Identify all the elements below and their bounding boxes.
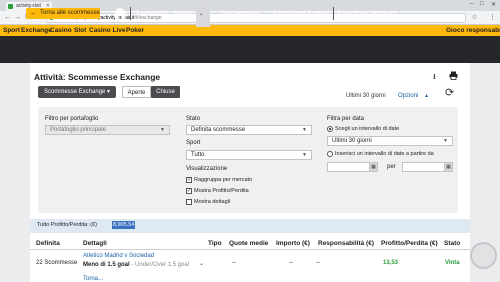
calendar-icon[interactable]: ▦	[444, 162, 453, 172]
next-row-peek: Torna...	[83, 276, 104, 282]
tab-protezione-giocatore[interactable]: Protezione giocatore	[337, 0, 397, 27]
col-dettagli: Dettagli	[83, 240, 107, 247]
display-label: Visualizzazione	[186, 166, 228, 172]
row-pl: 13,53	[383, 260, 399, 266]
col-tipo: Tipo	[208, 240, 222, 247]
filter-panel	[38, 107, 458, 213]
product-select[interactable]: Scommesse Exchange ▼	[38, 86, 116, 98]
to-label: per	[387, 164, 396, 170]
topnav-exchange[interactable]: Exchange	[21, 25, 52, 36]
browser-menu-icon[interactable]: ⋮	[489, 13, 496, 21]
portfolio-filter-label: Filtro per portafoglio	[45, 116, 99, 122]
topnav-slot[interactable]: Slot	[74, 25, 86, 36]
row-stake: --	[289, 260, 293, 266]
chevron-down-icon: ⌄	[261, 11, 266, 17]
sport-select[interactable]: Tutto ▼	[186, 150, 312, 160]
expand-row-icon[interactable]: ⌄	[199, 260, 204, 267]
col-profitto-perdita: Profitto/Perdita (€)	[381, 240, 438, 247]
total-pl-label: Tutto Profitto/Perdita: (€)	[37, 222, 98, 228]
watermark-badge	[470, 242, 497, 269]
star-icon[interactable]: ☆	[470, 13, 479, 22]
home-icon[interactable]	[112, 6, 128, 21]
portfolio-select[interactable]: Portafoglio principale ▼	[45, 125, 170, 135]
topnav-sport[interactable]: Sport	[3, 25, 20, 36]
col-definita: Definita	[36, 240, 60, 247]
chevron-down-icon: ▼	[302, 127, 307, 133]
responsible-gaming-link[interactable]: Gioco responsabile	[446, 25, 500, 36]
status-select[interactable]: Definita scommesse ▼	[186, 125, 312, 135]
row-market: Meno di 1.5 goal - Under/Over 1.5 goal	[83, 262, 190, 268]
row-odds: --	[232, 260, 236, 266]
chevron-up-icon: ▲	[424, 93, 429, 99]
col-quote-medie: Quote medie	[229, 240, 269, 247]
col-importo: Importo (€)	[276, 240, 310, 247]
custom-range-radio[interactable]: Inserisci un intervallo di date a partir…	[327, 151, 434, 157]
checkmark-icon: ✓	[186, 177, 192, 183]
tab-pagamenti[interactable]: Pagamenti	[133, 0, 170, 27]
account-nav-bar	[0, 36, 500, 63]
download-icon[interactable]: ⭳	[433, 71, 436, 85]
topnav-casino[interactable]: Casino	[50, 25, 72, 36]
sport-label: Sport	[186, 140, 201, 146]
close-window-icon[interactable]: ✕	[491, 1, 496, 8]
row-status: Vinta	[445, 260, 460, 266]
tab-promozioni[interactable]: Promozioni & premi ⌄	[271, 0, 337, 27]
col-responsabilita: Responsabilità (€)	[318, 240, 374, 247]
closed-bets-toggle[interactable]: Chiuse	[151, 86, 180, 98]
options-toggle[interactable]: Opzioni ▲	[398, 93, 429, 99]
back-icon[interactable]: ←	[3, 13, 12, 22]
row-event-link[interactable]: Atletico Madrid v Sociedad	[83, 253, 154, 259]
status-label: Stato	[186, 116, 201, 122]
forward-icon[interactable]: →	[13, 13, 22, 22]
text-cursor-icon: I	[132, 224, 134, 230]
row-date: 22 Scommesse	[36, 260, 78, 266]
group-by-market-checkbox[interactable]: ✓ Raggruppa per mercato	[186, 177, 252, 183]
minimize-icon[interactable]: –	[470, 1, 473, 7]
favicon-icon	[8, 4, 13, 9]
date-filter-label: Filtra per data	[327, 116, 365, 122]
chevron-down-icon: ▼	[160, 127, 165, 133]
open-bets-toggle[interactable]: Aperte	[122, 86, 151, 98]
maximize-icon[interactable]: □	[480, 1, 484, 7]
interval-select[interactable]: Ultimi 30 giorni ▼	[327, 136, 453, 146]
chevron-down-icon: ▼	[443, 138, 448, 144]
show-pl-checkbox[interactable]: ✓ Mostra Profitto/Perdita	[186, 188, 249, 194]
tab-attivita-caret[interactable]: ⌄	[196, 0, 210, 27]
chevron-down-icon: ⌄	[199, 11, 204, 17]
col-stato: Stato	[444, 240, 461, 247]
period-label: Ultimi 30 giorni	[346, 93, 386, 99]
chevron-down-icon: ▼	[106, 89, 111, 95]
page-title: Attività: Scommesse Exchange	[34, 72, 161, 82]
calendar-icon[interactable]: ▦	[369, 162, 378, 172]
row-liability: --	[316, 260, 320, 266]
interval-radio[interactable]: Scegli un intervallo di date	[327, 126, 399, 132]
show-details-checkbox[interactable]: Mostra dettagli	[186, 199, 230, 205]
chevron-down-icon: ▼	[302, 152, 307, 158]
tab-attivita[interactable]: Attività	[170, 0, 196, 27]
print-icon[interactable]	[449, 71, 458, 80]
back-to-bets-button[interactable]: ← Torna alle scommesse	[26, 8, 100, 19]
refresh-icon[interactable]: ⟳	[445, 88, 456, 99]
back-to-bets-label: Torna alle scommesse	[40, 10, 100, 16]
topnav-casino-live[interactable]: Casino Live	[89, 25, 125, 36]
tab-dati-personali[interactable]: Dati personali ⌄	[213, 0, 273, 27]
checkmark-icon: ✓	[186, 188, 192, 194]
arrow-left-icon: ←	[30, 10, 37, 17]
